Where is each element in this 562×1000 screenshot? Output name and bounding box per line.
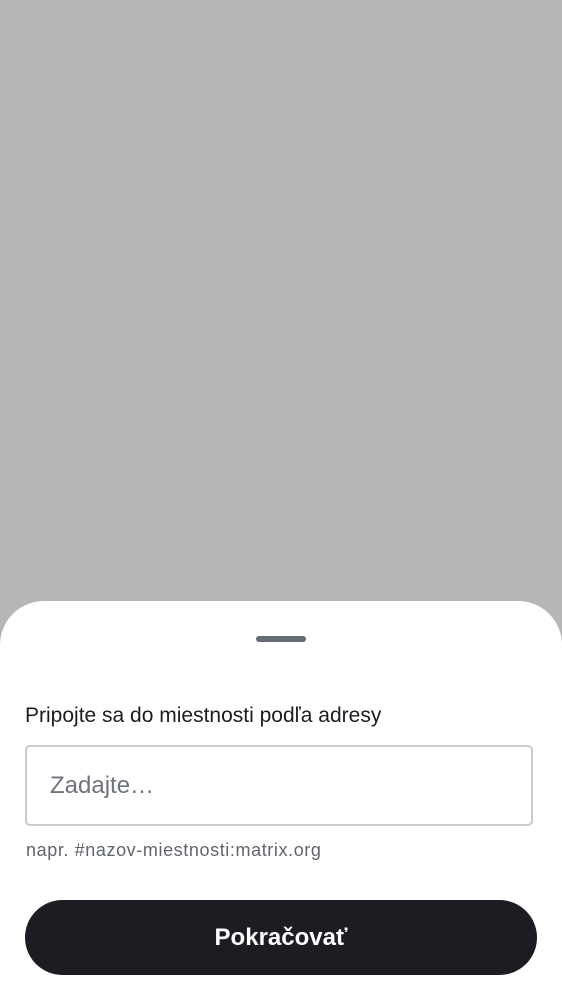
continue-button[interactable]: Pokračovať: [25, 900, 537, 975]
room-address-label: Pripojte sa do miestnosti podľa adresy: [25, 704, 382, 727]
bottom-sheet: Pripojte sa do miestnosti podľa adresy n…: [0, 601, 562, 1000]
drag-handle[interactable]: [256, 636, 306, 642]
room-address-field[interactable]: [25, 745, 533, 826]
room-address-hint: napr. #nazov-miestnosti:matrix.org: [26, 840, 322, 860]
room-address-input[interactable]: [50, 747, 510, 824]
